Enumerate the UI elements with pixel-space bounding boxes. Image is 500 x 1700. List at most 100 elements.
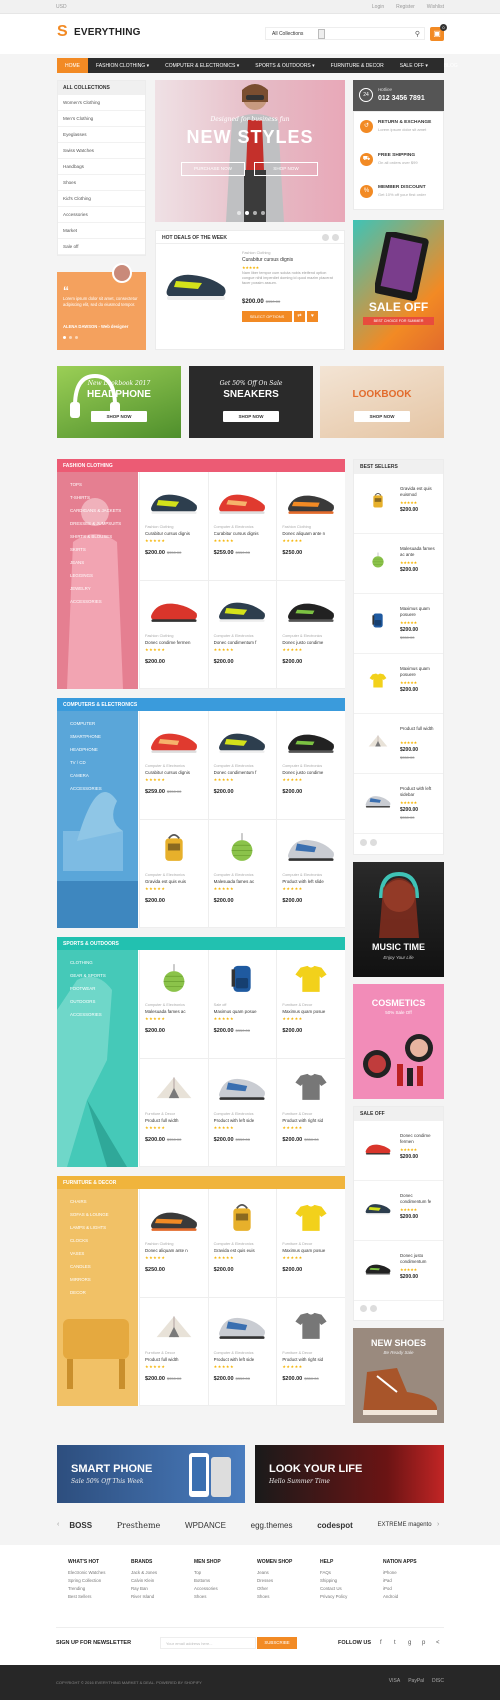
- product-card[interactable]: Fashion Clothing Donec aliquam ante n ★★★★…: [276, 472, 345, 581]
- footer-link[interactable]: Shoes: [257, 1594, 292, 1602]
- hero-slider[interactable]: Designed for business fun NEW STYLES PUR…: [155, 80, 345, 222]
- nav-computer-electronics[interactable]: COMPUTER & ELECTRONICS ▾: [157, 58, 247, 73]
- product-name[interactable]: Curabitur cursus dignis: [145, 770, 203, 775]
- newsletter-email-input[interactable]: Your email address here...: [160, 1637, 256, 1649]
- select-options-button[interactable]: SELECT OPTIONS: [242, 311, 292, 322]
- product-name[interactable]: Donec condime fermen: [400, 1133, 438, 1145]
- footer-link[interactable]: Jack & Jones: [131, 1570, 157, 1578]
- product-image[interactable]: [214, 1303, 272, 1348]
- brand-logo[interactable]: codespot: [317, 1521, 353, 1530]
- subcategory-link[interactable]: VASES: [57, 1247, 122, 1260]
- collection-item[interactable]: Handbags: [58, 159, 145, 175]
- product-image[interactable]: [282, 1303, 340, 1348]
- nav-sale-off[interactable]: SALE OFF ▾: [392, 58, 436, 73]
- subcategory-link[interactable]: ACCESSORIES: [57, 1008, 119, 1021]
- best-seller-item[interactable]: Malesuada fames ac ante ★★★★★ $200.00: [354, 534, 443, 594]
- collection-item[interactable]: Sale off: [58, 239, 145, 255]
- footer-link[interactable]: Accessories: [194, 1586, 221, 1594]
- footer-link[interactable]: iPod: [383, 1586, 417, 1594]
- subcategory-link[interactable]: CAMERA: [57, 769, 115, 782]
- sale-off-item[interactable]: Donec condime fermen ★★★★★ $200.00: [354, 1121, 443, 1181]
- look-your-life-banner[interactable]: LOOK YOUR LIFE Hello Summer Time: [255, 1445, 444, 1503]
- product-name[interactable]: Malesuada fames ac ante: [400, 546, 438, 558]
- footer-link[interactable]: Best Sellers: [68, 1594, 105, 1602]
- product-image[interactable]: [282, 1194, 340, 1239]
- subcategory-link[interactable]: FOOTWEAR: [57, 982, 119, 995]
- product-card[interactable]: Computer & Electronics Donec justo condim…: [276, 580, 345, 689]
- product-name[interactable]: Maximus quam posue: [282, 1248, 340, 1253]
- nav-home[interactable]: HOME: [57, 58, 88, 73]
- product-card[interactable]: Computer & Electronics Gravida est quis e…: [139, 819, 208, 928]
- subcategory-link[interactable]: CLOTHING: [57, 956, 119, 969]
- subcategory-link[interactable]: DECOR: [57, 1286, 122, 1299]
- product-card[interactable]: Furniture & Decor Product full width ★★★★★…: [139, 1297, 208, 1406]
- product-name[interactable]: Product with left sidebar: [400, 786, 438, 798]
- subcategory-link[interactable]: SKIRTS: [57, 543, 134, 556]
- product-name[interactable]: Donec justo condimentum: [400, 1253, 438, 1265]
- product-card[interactable]: Sale off Maximus quam posue ★★★★★ $200.00 $3…: [207, 950, 277, 1059]
- subcategory-link[interactable]: COMPUTER: [57, 717, 115, 730]
- footer-link[interactable]: iPhone: [383, 1570, 417, 1578]
- best-seller-item[interactable]: Product full width ★★★★★ $200.00 $350.00: [354, 714, 443, 774]
- best-seller-item[interactable]: Product with left sidebar ★★★★★ $200.00 $35…: [354, 774, 443, 834]
- subcategory-link[interactable]: SHIRTS & BLOUSES: [57, 530, 134, 543]
- best-seller-item[interactable]: Maximus quam posuere ★★★★★ $200.00 $350.00: [354, 594, 443, 654]
- footer-link[interactable]: Electronic Watches: [68, 1570, 105, 1578]
- product-image[interactable]: [214, 477, 272, 522]
- prev-arrow-icon[interactable]: [360, 1305, 367, 1312]
- product-image[interactable]: [145, 1194, 203, 1239]
- subscribe-button[interactable]: SUBSCRIBE: [257, 1637, 297, 1649]
- footer-link[interactable]: Shipping: [320, 1578, 347, 1586]
- product-card[interactable]: Furniture & Decor Maximus quam posue ★★★★★…: [276, 950, 345, 1059]
- product-name[interactable]: Malesuada fames ac: [214, 879, 272, 884]
- footer-link[interactable]: FAQs: [320, 1570, 347, 1578]
- subcategory-link[interactable]: MIRRORS: [57, 1273, 122, 1286]
- product-name[interactable]: Product with right sid: [282, 1357, 340, 1362]
- footer-link[interactable]: Bottoms: [194, 1578, 221, 1586]
- twitter-icon[interactable]: t: [394, 1640, 396, 1646]
- product-image[interactable]: [282, 477, 340, 522]
- product-card[interactable]: Computer & Electronics Malesuada fames ac…: [139, 950, 208, 1059]
- footer-link[interactable]: River Island: [131, 1594, 157, 1602]
- collection-item[interactable]: Swiss Watches: [58, 143, 145, 159]
- product-image[interactable]: [282, 586, 340, 631]
- subcategory-link[interactable]: SMARTPHONE: [57, 730, 115, 743]
- product-name[interactable]: Gravida est quis euismod: [400, 486, 438, 498]
- product-name[interactable]: Curabitur cursus dignis: [145, 531, 203, 536]
- login-link[interactable]: Login: [372, 4, 384, 10]
- product-name[interactable]: Donec aliquam ante n: [145, 1248, 203, 1253]
- product-card[interactable]: Computer & Electronics Product with left …: [207, 1297, 277, 1406]
- product-image[interactable]: [364, 608, 386, 630]
- collection-item[interactable]: Accessories: [58, 207, 145, 223]
- collection-item[interactable]: Kid's Clothing: [58, 191, 145, 207]
- cosmetics-banner[interactable]: COSMETICS 50% Sale Off: [353, 984, 444, 1099]
- product-image[interactable]: [214, 1194, 272, 1239]
- footer-link[interactable]: Calvin Klein: [131, 1578, 157, 1586]
- search-input[interactable]: [318, 29, 325, 39]
- hotline-number[interactable]: 012 3456 7891: [378, 95, 425, 102]
- product-image[interactable]: [364, 488, 386, 510]
- prev-arrow-icon[interactable]: [360, 839, 367, 846]
- product-image[interactable]: [145, 825, 203, 870]
- subcategory-link[interactable]: T-SHIRTS: [57, 491, 134, 504]
- product-image[interactable]: [214, 716, 272, 761]
- shop-now-button[interactable]: SHOP NOW: [223, 411, 279, 422]
- product-name[interactable]: Donec condimentum f: [214, 770, 272, 775]
- subcategory-link[interactable]: ACCESSORIES: [57, 782, 115, 795]
- product-image[interactable]: [282, 825, 340, 870]
- product-card[interactable]: Computer & Electronics Product with left …: [207, 1058, 277, 1167]
- product-card[interactable]: Furniture & Decor Product with right sid ★…: [276, 1058, 345, 1167]
- product-name[interactable]: Maximus quam posuere: [400, 606, 438, 618]
- brand-logo[interactable]: egg.themes: [251, 1521, 293, 1530]
- shop-now-button[interactable]: SHOP NOW: [354, 411, 410, 422]
- product-card[interactable]: Furniture & Decor Maximus quam posue ★★★★★…: [276, 1189, 345, 1298]
- purchase-now-button[interactable]: PURCHASE NOW: [181, 162, 245, 176]
- product-image[interactable]: [145, 955, 203, 1000]
- subcategory-link[interactable]: LAMPS & LIGHTS: [57, 1221, 122, 1234]
- shop-now-button[interactable]: SHOP NOW: [254, 162, 318, 176]
- product-name[interactable]: Product with right sid: [282, 1118, 340, 1123]
- brand-logo[interactable]: BOSS: [69, 1521, 92, 1530]
- product-name[interactable]: Donec condimentum fe: [400, 1193, 438, 1205]
- product-image[interactable]: [282, 716, 340, 761]
- nav-fashion-clothing[interactable]: FASHION CLOTHING ▾: [88, 58, 157, 73]
